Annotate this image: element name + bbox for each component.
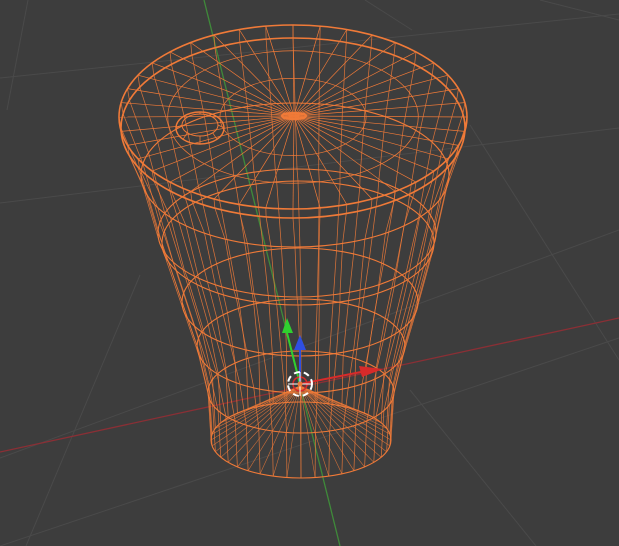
- grid-line: [0, 13, 619, 79]
- wire-bottom-spoke: [299, 385, 330, 477]
- wire-top-spoke: [265, 25, 295, 117]
- wire-bottom-spoke: [227, 385, 301, 463]
- wire-top-spoke: [127, 115, 295, 146]
- wire-top-spoke: [293, 115, 396, 192]
- wire-edge: [118, 116, 212, 441]
- gizmo-x-handle[interactable]: [359, 366, 383, 377]
- wire-bottom-spoke: [211, 385, 301, 435]
- wire-edge: [127, 88, 216, 429]
- wire-top-spoke: [293, 29, 348, 117]
- grid-line: [539, 0, 619, 21]
- grid-line: [25, 274, 141, 546]
- wire-top-spoke: [293, 88, 459, 117]
- wire-top-spoke: [293, 115, 348, 205]
- wire-top-spoke: [238, 115, 295, 205]
- wire-edge: [364, 51, 417, 414]
- wire-edge: [390, 116, 468, 441]
- wire-knob-edge: [182, 116, 188, 118]
- gizmo-z-handle[interactable]: [294, 335, 306, 350]
- wire-edge: [389, 131, 466, 446]
- wire-top-spoke: [293, 115, 417, 183]
- wire-top-spoke: [293, 115, 468, 118]
- wire-ring: [161, 180, 435, 306]
- grid-line: [0, 127, 619, 204]
- viewport-canvas[interactable]: [0, 0, 619, 546]
- wire-top-spoke: [293, 51, 417, 117]
- wire-bottom-spoke: [220, 385, 301, 458]
- wire-edge: [169, 182, 238, 467]
- wire-edge: [341, 198, 373, 474]
- wire-top-spoke: [293, 115, 449, 160]
- wire-top-spoke: [127, 88, 295, 117]
- grid-line: [469, 124, 619, 361]
- gizmo-x-shaft[interactable]: [299, 370, 367, 385]
- floor-grid: [0, 0, 619, 546]
- wire-knob-edge: [212, 116, 218, 118]
- wire-top-spoke: [213, 34, 295, 117]
- x-axis-line: [0, 317, 619, 453]
- grid-line: [409, 389, 537, 546]
- wire-bottom-spoke: [299, 385, 391, 435]
- wire-top-spoke: [293, 115, 465, 132]
- wire-ring: [157, 168, 437, 298]
- wire-edge: [213, 198, 261, 474]
- wire-top-spoke: [121, 115, 295, 132]
- wire-edge: [353, 42, 396, 410]
- wire-bottom-spoke: [299, 385, 392, 441]
- wire-edge: [169, 51, 238, 414]
- wire-top-spoke: [265, 115, 295, 209]
- wire-edge: [213, 34, 261, 407]
- wire-top-spoke: [169, 51, 295, 117]
- wire-top-spoke: [152, 62, 295, 117]
- wire-bottom-spoke: [299, 385, 387, 429]
- wire-top-spoke: [118, 115, 295, 118]
- object-origin-dot: [297, 381, 303, 387]
- wire-top-spoke: [213, 115, 295, 200]
- cylinder-wireframe[interactable]: [118, 24, 468, 479]
- wire-bottom-spoke: [299, 385, 382, 423]
- wire-knob-edge: [182, 132, 188, 140]
- wire-bottom-spoke: [299, 385, 387, 452]
- grid-line: [364, 0, 413, 31]
- world-axes: [0, 0, 619, 546]
- 3d-viewport[interactable]: [0, 0, 619, 546]
- wire-edge: [314, 26, 321, 403]
- wire-top-spoke: [292, 115, 295, 210]
- grid-line: [6, 0, 29, 111]
- wire-edge: [353, 191, 396, 471]
